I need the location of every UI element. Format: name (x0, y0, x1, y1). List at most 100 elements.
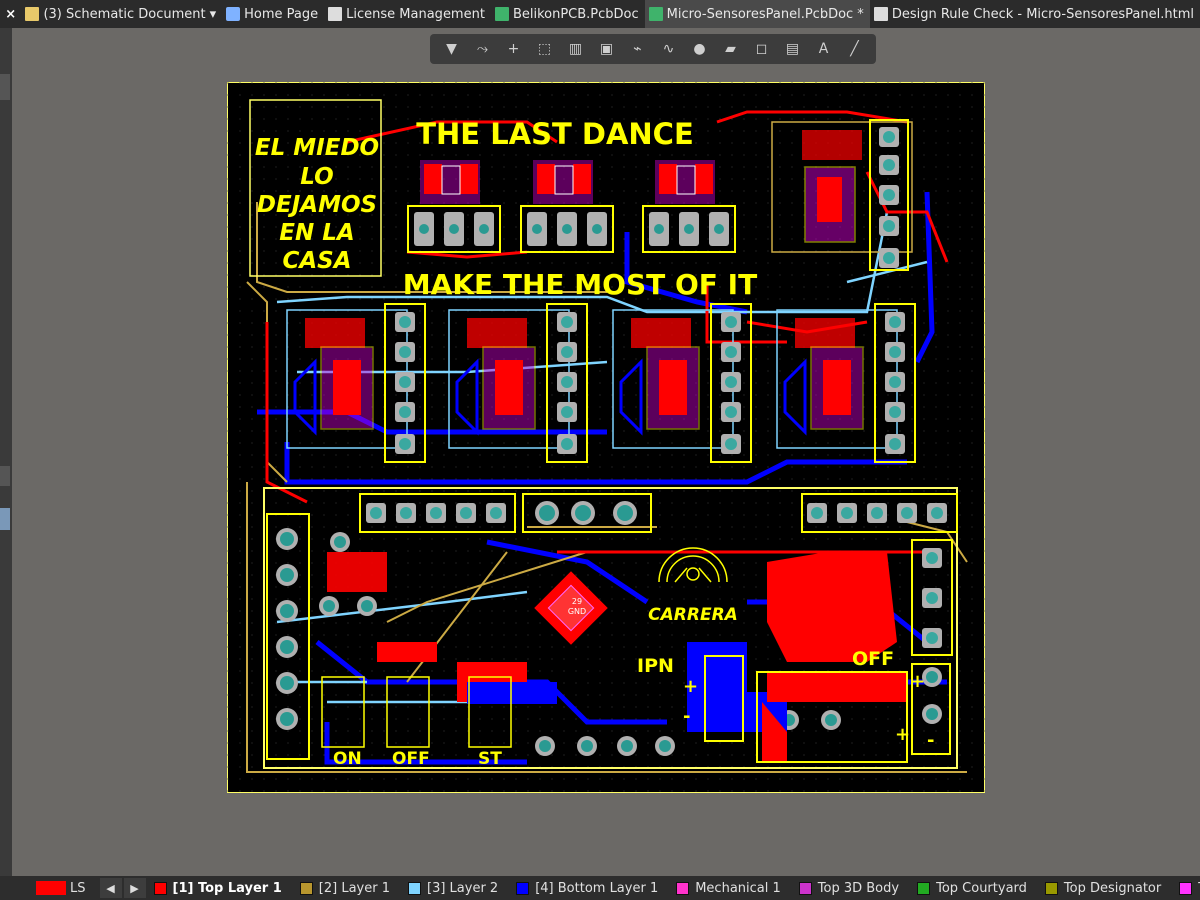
smd-pad (424, 164, 442, 194)
layer-color-swatch (798, 881, 812, 895)
layer-tab[interactable]: Top Ass (1171, 876, 1200, 900)
interactive-route-icon[interactable]: ⌁ (627, 38, 649, 60)
via-hole (889, 406, 901, 418)
polarity-plus: + (683, 676, 698, 697)
document-tab-label: Home Page (244, 6, 319, 22)
layer-set-selector[interactable]: LS (36, 881, 86, 896)
document-tab[interactable]: License Management (324, 0, 491, 28)
layer-tab[interactable]: [3] Layer 2 (400, 876, 508, 900)
layer-tab[interactable]: Top Courtyard (909, 876, 1037, 900)
via-hole (561, 438, 573, 450)
document-tab[interactable]: Home Page (222, 0, 324, 28)
key-icon (328, 7, 343, 21)
document-tab[interactable]: Design Rule Check - Micro-SensoresPanel.… (870, 0, 1200, 28)
via-hole (490, 507, 502, 519)
pcb-doc-icon (648, 7, 663, 21)
via-hole (561, 406, 573, 418)
via-hole (926, 671, 938, 683)
smd-component (631, 318, 691, 348)
via-hole (399, 316, 411, 328)
layer-tab[interactable]: Top 3D Body (791, 876, 909, 900)
select-rect-icon[interactable]: ⬚ (534, 38, 556, 60)
off-switch-label: OFF (392, 749, 430, 769)
layer-tab[interactable]: Mechanical 1 (668, 876, 791, 900)
length-tune-icon[interactable]: ∿ (658, 38, 680, 60)
document-icon (873, 7, 888, 21)
ic-body (659, 360, 687, 415)
document-tab[interactable]: (3) Schematic Document ▾ (21, 0, 222, 28)
via-hole (399, 346, 411, 358)
layer-tab-bar: LS ◀ ▶ [1] Top Layer 1 [2] Layer 1 [3] Lay… (0, 876, 1200, 900)
upper-module-row (407, 160, 736, 253)
filter-icon[interactable]: ▼ (441, 38, 463, 60)
component-icon[interactable]: ▣ (596, 38, 618, 60)
smd-component (467, 318, 527, 348)
cross-icon[interactable]: + (503, 38, 525, 60)
layer-tab[interactable]: [1] Top Layer 1 (146, 876, 292, 900)
smd-pad (460, 164, 478, 194)
via-hole (280, 532, 294, 546)
layer-tab-label: [3] Layer 2 (427, 880, 499, 896)
via-hole (889, 438, 901, 450)
via-hole (926, 552, 938, 564)
line-icon[interactable]: ╱ (844, 38, 866, 60)
chart-icon[interactable]: ▤ (782, 38, 804, 60)
via-hole (617, 505, 633, 521)
layer-color-swatch (408, 881, 421, 895)
layer-tab[interactable]: [2] Layer 1 (292, 876, 400, 900)
slogan-line: CASA (282, 248, 351, 274)
via-hole (400, 507, 412, 519)
document-tab[interactable]: Micro-SensoresPanel.PcbDoc * (644, 0, 870, 28)
polygon-icon[interactable]: ▰ (720, 38, 742, 60)
polarity-plus: + (895, 724, 910, 745)
via-hole (883, 220, 895, 232)
via-hole (399, 406, 411, 418)
layer-tab[interactable]: Top Designator (1037, 876, 1171, 900)
via-hole (926, 592, 938, 604)
polarity-minus: - (927, 730, 934, 751)
close-panel-button[interactable]: × (0, 7, 21, 22)
via-hole (725, 346, 737, 358)
via-hole (361, 600, 373, 612)
left-panel-tab[interactable] (0, 74, 10, 100)
via-hole (399, 438, 411, 450)
layer-tab-label: [4] Bottom Layer 1 (535, 880, 659, 896)
smd-pad (695, 164, 713, 194)
via-hole (931, 507, 943, 519)
left-panel-tab[interactable] (0, 466, 10, 486)
document-tab[interactable]: BelikonPCB.PcbDoc (491, 0, 645, 28)
via-hole (539, 740, 551, 752)
layer-tab[interactable]: [4] Bottom Layer 1 (508, 876, 668, 900)
rectangle-icon[interactable]: ◻ (751, 38, 773, 60)
route-icon[interactable]: ⤳ (472, 38, 494, 60)
via-hole (889, 316, 901, 328)
via-hole (370, 507, 382, 519)
via-hole (926, 708, 938, 720)
home-icon (226, 7, 241, 21)
st-switch-label: ST (478, 749, 502, 769)
polarity-plus: + (910, 671, 925, 692)
chevron-down-icon[interactable]: ▾ (210, 7, 217, 22)
align-icon[interactable]: ▥ (565, 38, 587, 60)
ls-label: LS (70, 880, 86, 896)
left-panel-tab-selected[interactable] (0, 508, 10, 530)
via-hole (430, 507, 442, 519)
via-hole (280, 604, 294, 618)
smd-pad (659, 164, 677, 194)
via-hole (883, 189, 895, 201)
via-hole (889, 346, 901, 358)
pad-icon[interactable]: ● (689, 38, 711, 60)
layer-nav-arrows: ◀ ▶ (99, 878, 146, 898)
pcb-board[interactable]: EL MIEDO LO DEJAMOS EN LA CASA THE LAST … (227, 82, 985, 793)
layer-tab-label: [2] Layer 1 (318, 880, 390, 896)
layer-color-swatch (917, 881, 931, 895)
via-hole (479, 224, 489, 234)
layer-color-swatch (1044, 881, 1058, 895)
layer-nav-left-icon[interactable]: ◀ (99, 878, 122, 898)
text-icon[interactable]: A (813, 38, 835, 60)
layer-nav-right-icon[interactable]: ▶ (123, 878, 146, 898)
layer-color-swatch (516, 881, 530, 895)
via-hole (725, 406, 737, 418)
via-hole (419, 224, 429, 234)
via-hole (714, 224, 724, 234)
